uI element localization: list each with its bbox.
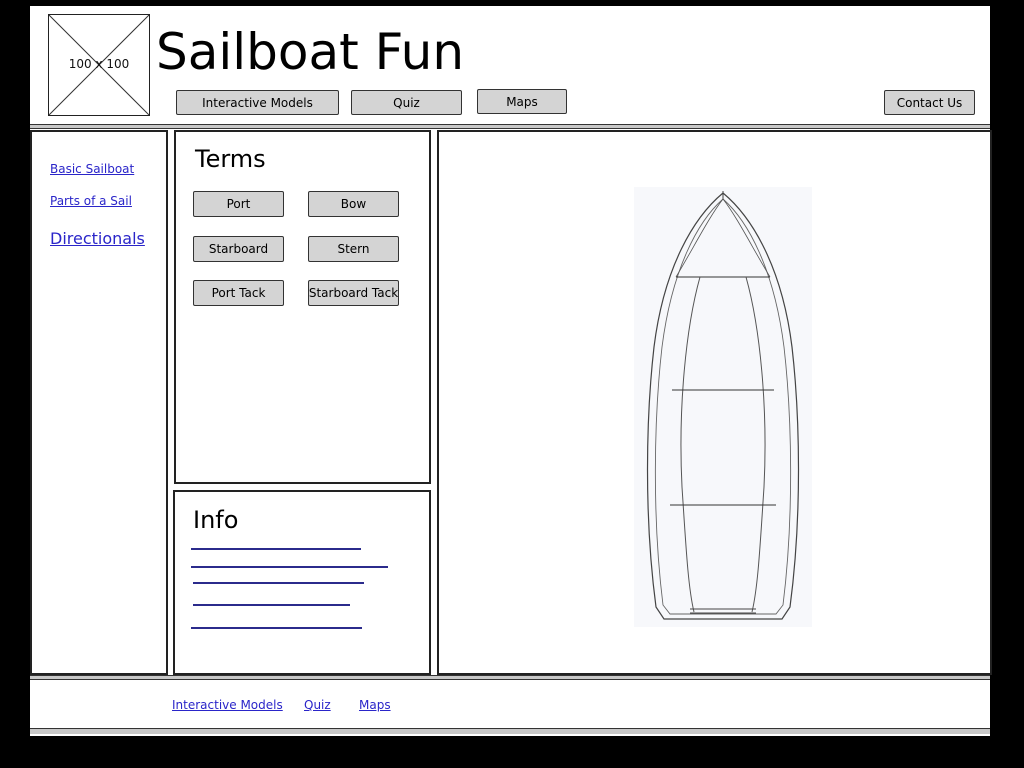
footer-link-quiz[interactable]: Quiz — [304, 698, 331, 712]
sidebar-item-parts-of-a-sail[interactable]: Parts of a Sail — [50, 194, 132, 208]
terms-panel: Terms Port Bow Starboard Stern Port Tack… — [174, 130, 431, 484]
sidebar: Basic Sailboat Parts of a Sail Direction… — [30, 130, 168, 675]
footer-link-maps[interactable]: Maps — [359, 698, 391, 712]
info-title: Info — [193, 506, 239, 534]
header-divider — [30, 124, 990, 129]
term-starboard-tack-button[interactable]: Starboard Tack — [308, 280, 399, 306]
boat-diagram[interactable] — [634, 187, 812, 627]
info-panel: Info — [173, 490, 431, 675]
model-viewer — [437, 130, 992, 675]
text-placeholder-line — [191, 627, 362, 629]
logo-placeholder-label: 100 x 100 — [68, 57, 130, 71]
nav-maps-button[interactable]: Maps — [477, 89, 567, 114]
text-placeholder-line — [193, 604, 350, 606]
bottom-bar — [30, 728, 990, 734]
term-port-button[interactable]: Port — [193, 191, 284, 217]
term-port-tack-button[interactable]: Port Tack — [193, 280, 284, 306]
text-placeholder-line — [191, 566, 388, 568]
text-placeholder-line — [193, 582, 364, 584]
term-starboard-button[interactable]: Starboard — [193, 236, 284, 262]
text-placeholder-line — [191, 548, 361, 550]
term-bow-button[interactable]: Bow — [308, 191, 399, 217]
nav-contact-us-button[interactable]: Contact Us — [884, 90, 975, 115]
sidebar-item-basic-sailboat[interactable]: Basic Sailboat — [50, 162, 134, 176]
terms-title: Terms — [195, 145, 266, 173]
sidebar-item-directionals[interactable]: Directionals — [50, 229, 145, 248]
footer-link-interactive-models[interactable]: Interactive Models — [172, 698, 283, 712]
nav-quiz-button[interactable]: Quiz — [351, 90, 462, 115]
site-title: Sailboat Fun — [156, 23, 465, 81]
term-stern-button[interactable]: Stern — [308, 236, 399, 262]
nav-interactive-models-button[interactable]: Interactive Models — [176, 90, 339, 115]
footer-divider — [30, 675, 990, 680]
